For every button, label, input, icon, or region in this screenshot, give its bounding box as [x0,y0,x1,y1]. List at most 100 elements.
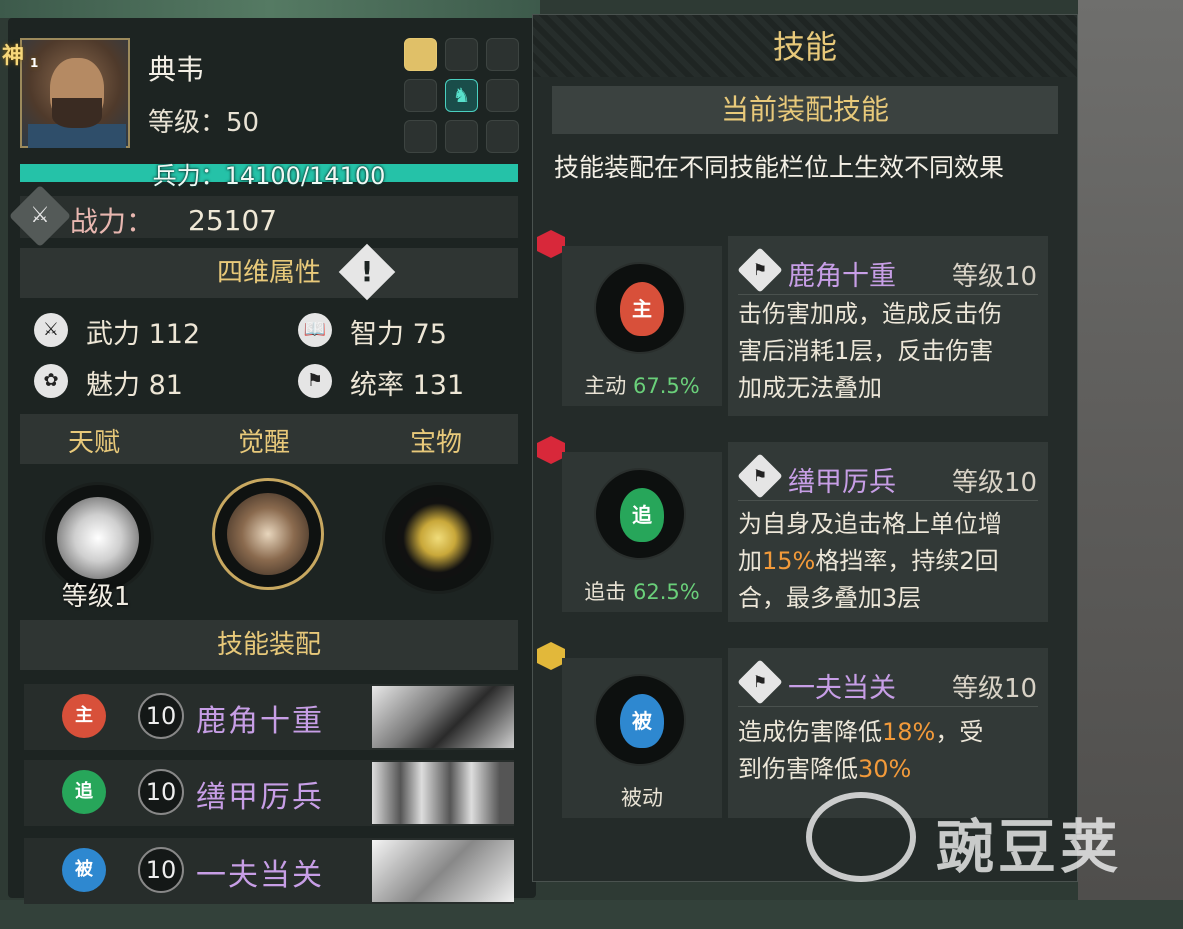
watermark-logo: 豌豆荚 [806,772,1146,892]
skill-type-icon: ⚑ [752,466,768,485]
portrait-beard [52,98,102,128]
attributes-header: 四维属性 [20,248,518,298]
skill-trigger-label: 追击 [584,580,627,604]
formation-slot[interactable] [486,79,519,112]
troops-text: 兵力：14100/14100 [152,162,386,190]
skill-level: 等级10 [952,468,1038,498]
combat-power-icon: ⚔ [30,203,50,228]
divider [738,706,1038,707]
pursuit-skill-glyph: 追 [620,488,664,542]
watermark-text: 豌豆荚 [936,813,1123,881]
desc-line: 害后消耗1层，反击伤害 [738,337,994,365]
formation-slot[interactable] [486,38,519,71]
skill-level: 10 [138,693,184,739]
formation-slot[interactable] [445,120,478,153]
skill-name: 缮甲厉兵 [196,780,324,815]
hero-name: 典韦 [148,53,205,86]
skill-name: 一夫当关 [788,673,896,704]
combat-power-label: 战力： [70,205,155,238]
attr-command: 统率 131 [350,363,464,402]
god-rank-num: 1 [30,56,39,70]
top-strip [0,0,540,18]
current-skills-header: 当前装配技能 [552,86,1058,134]
skill-trigger: 追击 62.5% [562,576,722,606]
awaken-emblem-art [227,493,309,575]
skill-trigger: 主动 67.5% [562,370,722,400]
divider [738,294,1038,295]
formation-slot[interactable] [404,120,437,153]
skill-trigger-rate: 62.5% [632,580,700,604]
skill-art [372,762,514,824]
attr-intellect-value: 75 [412,319,447,350]
desc-line: 造成伤害降低18%，受 [738,718,984,746]
desc-line: 合，最多叠加3层 [738,584,922,612]
skill-description: 击伤害加成，造成反击伤 害后消耗1层，反击伤害 加成无法叠加 [738,296,1060,407]
attr-command-label: 统率 [350,370,404,401]
flower-icon: ✿ [34,364,68,398]
info-icon[interactable]: ! [347,252,387,292]
combat-power-value: 25107 [188,204,278,237]
formation-grid[interactable]: ♞ [404,38,520,154]
skill-trigger-label: 主动 [584,374,627,398]
skill-name: 鹿角十重 [196,704,324,739]
pursuit-skill-icon: 追 [62,770,106,814]
skill-name: 一夫当关 [196,858,324,893]
active-skill-icon: 主 [594,262,686,354]
awaken-emblem[interactable] [212,478,324,590]
formation-slot[interactable] [486,120,519,153]
armor-treasure-icon [397,497,479,579]
attr-force-value: 112 [148,319,201,350]
god-rank-text: 神 [2,44,25,69]
skill-name: 缮甲厉兵 [788,467,896,498]
skills-title: 技能 [772,28,837,66]
god-rank-badge: 神 1 [2,38,42,78]
formation-slot[interactable] [404,79,437,112]
formation-slot-hero-icon[interactable]: ♞ [445,79,478,112]
attr-command-value: 131 [412,370,465,401]
background-bottom [0,900,1183,929]
attr-intellect: 智力 75 [350,312,447,351]
treasure-emblem[interactable] [382,482,494,594]
skill-type-icon: ⚑ [752,672,768,691]
skill-type-icon: ⚑ [752,260,768,279]
tab-talent[interactable]: 天赋 [68,422,120,459]
skill-trigger: 被动 [562,782,722,812]
passive-skill-glyph: 被 [620,694,664,748]
active-skill-glyph: 主 [620,282,664,336]
formation-slot-selected[interactable] [404,38,437,71]
skill-level: 10 [138,847,184,893]
attr-charm-value: 81 [148,370,183,401]
attr-force-label: 武力 [86,319,140,350]
attr-intellect-label: 智力 [350,319,404,350]
skill-trigger-rate: 67.5% [632,374,700,398]
skill-description: 为自身及追击格上单位增 加15%格挡率，持续2回 合，最多叠加3层 [738,506,1060,617]
tab-treasure[interactable]: 宝物 [410,422,462,459]
skill-level: 等级10 [952,674,1038,704]
skill-trigger-label: 被动 [621,786,663,810]
passive-skill-icon: 被 [594,674,686,766]
talent-level: 等级1 [61,582,131,612]
attr-force: 武力 112 [86,312,200,351]
loadout-header: 技能装配 [20,620,518,670]
watermark-ring-icon [806,792,916,882]
skill-art [372,840,514,902]
hero-level: 等级：50 [148,108,260,138]
talent-emblem-art [57,497,139,579]
desc-line: 加15%格挡率，持续2回 [738,547,999,575]
skill-level: 等级10 [952,262,1038,292]
passive-skill-icon: 被 [62,848,106,892]
divider [738,500,1038,501]
desc-line: 击伤害加成，造成反击伤 [738,300,1002,328]
desc-line: 为自身及追击格上单位增 [738,510,1002,538]
desc-line: 加成无法叠加 [738,374,882,402]
skill-level: 10 [138,769,184,815]
pursuit-skill-icon: 追 [594,468,686,560]
sword-icon: ⚔ [34,313,68,347]
skill-art [372,686,514,748]
attr-charm-label: 魅力 [86,370,140,401]
hero-tabs: 天赋 觉醒 宝物 [20,414,518,464]
skill-name: 鹿角十重 [788,261,896,292]
formation-slot[interactable] [445,38,478,71]
book-icon: 📖 [298,313,332,347]
tab-awaken[interactable]: 觉醒 [238,422,290,459]
